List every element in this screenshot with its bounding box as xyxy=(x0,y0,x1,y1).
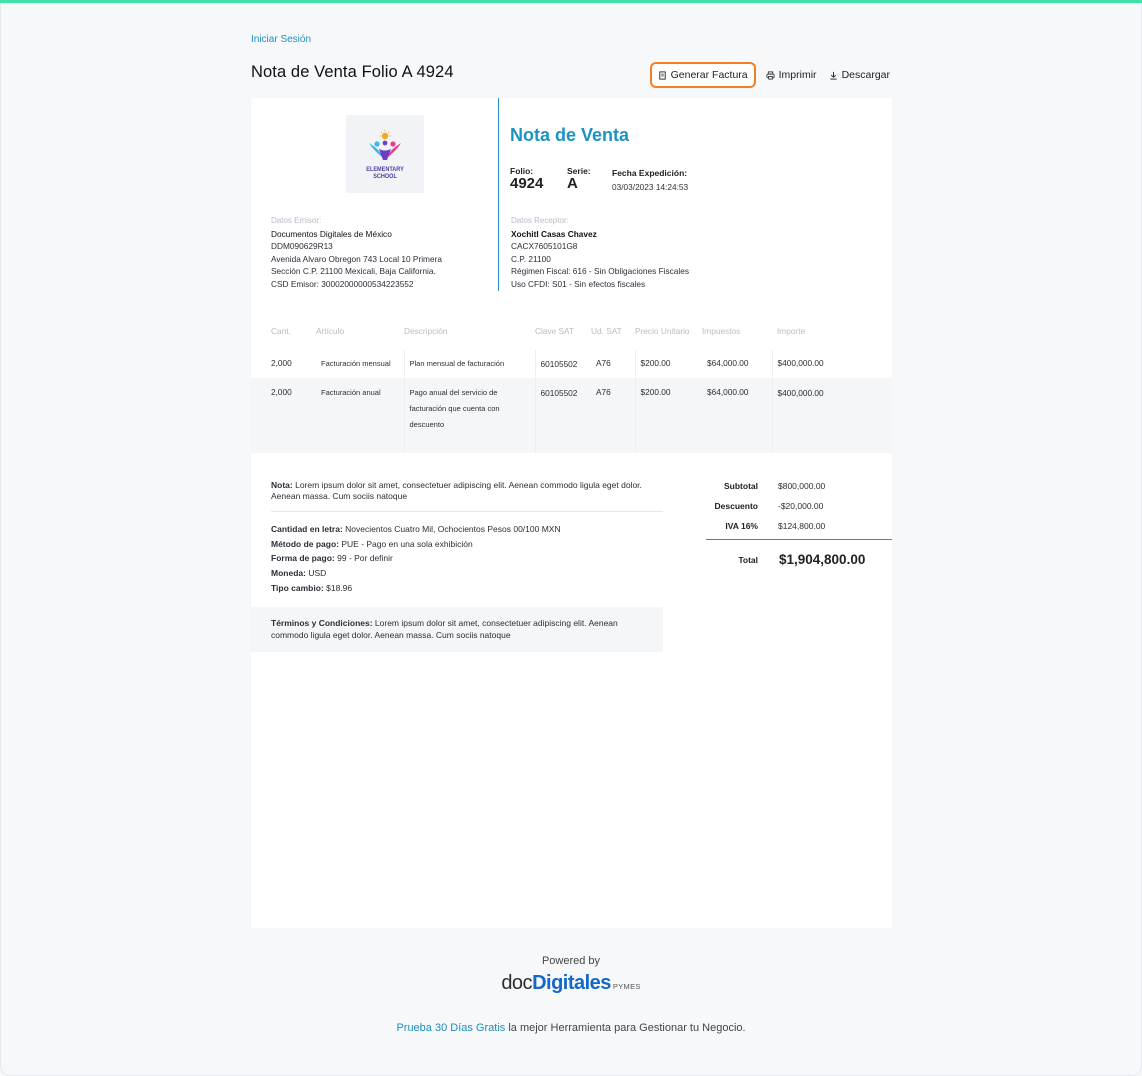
serie-block: Serie: A xyxy=(567,166,591,191)
terms-and-conditions: Términos y Condiciones: Lorem ipsum dolo… xyxy=(251,607,663,652)
exchange-rate: Tipo cambio: $18.96 xyxy=(271,582,353,593)
date-value: 03/03/2023 14:24:53 xyxy=(612,182,689,192)
cell-cant: 2,000 xyxy=(271,358,292,368)
serie-value: A xyxy=(567,175,578,192)
col-header-clave-sat: Clave SAT xyxy=(535,326,575,336)
amount-in-words: Cantidad en letra: Novecientos Cuatro Mi… xyxy=(271,524,561,534)
col-header-ud-sat: Ud. SAT xyxy=(591,326,622,336)
cell-ud-sat: A76 xyxy=(596,358,611,368)
total-row: Total $1,904,800.00 xyxy=(738,552,866,567)
items-table: Cant. Artículo Descripción Clave SAT Ud.… xyxy=(251,326,892,453)
payment-form: Forma de pago: 99 - Por definir xyxy=(271,553,393,564)
cell-impuestos: $64,000.00 xyxy=(707,358,749,368)
notes-section: Nota: Lorem ipsum dolor sit amet, consec… xyxy=(271,480,663,596)
cell-precio: $200.00 xyxy=(634,350,702,378)
items-table-wrapper: Cant. Artículo Descripción Clave SAT Ud.… xyxy=(251,326,892,453)
promo-text: la mejor Herramienta para Gestionar tu N… xyxy=(505,1022,746,1034)
printer-icon xyxy=(766,70,775,80)
payment-method: Método de pago: PUE - Pago en una sola e… xyxy=(271,538,473,549)
download-label: Descargar xyxy=(841,69,890,81)
top-accent-bar xyxy=(0,0,1142,3)
receiver-regimen: Régimen Fiscal: 616 - Sin Obligaciones F… xyxy=(511,266,689,276)
receiver-details: Datos Receptor: Xochitl Casas Chavez CAC… xyxy=(511,215,761,290)
table-header-row: Cant. Artículo Descripción Clave SAT Ud.… xyxy=(251,326,892,350)
iva-row: IVA 16% $124,800.00 xyxy=(725,521,826,531)
currency: Moneda: USD xyxy=(271,568,327,579)
generate-invoice-label: Generar Factura xyxy=(670,69,748,81)
issuer-address-1: Avenida Alvaro Obregon 743 Local 10 Prim… xyxy=(271,253,442,264)
date-label: Fecha Expedición: xyxy=(612,168,688,178)
document-icon xyxy=(658,70,666,80)
col-header-impuestos: Impuestos xyxy=(702,326,741,336)
notes-divider xyxy=(271,511,663,512)
folio-value: 4924 xyxy=(510,175,544,192)
docdigitales-logo[interactable]: docDigitales PYMES xyxy=(0,972,1142,995)
cell-clave-sat: 60105502 xyxy=(534,378,591,453)
print-button[interactable]: Imprimir xyxy=(760,62,819,88)
cell-importe: $400,000.00 xyxy=(771,350,892,378)
company-logo: ELEMENTARY SCHOOL xyxy=(346,115,424,193)
cell-cant: 2,000 xyxy=(251,378,316,453)
cell-impuestos: $64,000.00 xyxy=(702,378,772,453)
cell-ud-sat: A76 xyxy=(591,378,635,453)
receiver-uso-cfdi: Uso CFDI: S01 - Sin efectos fiscales xyxy=(511,278,646,289)
issuer-rfc: DDM090629R13 xyxy=(271,241,333,251)
subtotal-row: Subtotal $800,000.00 xyxy=(724,481,826,491)
col-header-precio: Precio Unitario xyxy=(635,326,690,336)
issuer-name: Documentos Digitales de México xyxy=(271,228,392,239)
download-button[interactable]: Descargar xyxy=(823,62,892,88)
receiver-cp: C.P. 21100 xyxy=(511,253,551,264)
logo-text: ELEMENTARY SCHOOL xyxy=(366,165,404,180)
login-link[interactable]: Iniciar Sesión xyxy=(251,34,311,45)
cell-clave-sat: 60105502 xyxy=(534,350,591,378)
cell-descripcion: Plan mensual de facturación xyxy=(403,350,535,378)
sales-note-document: ELEMENTARY SCHOOL Nota de Venta Folio: 4… xyxy=(251,98,892,928)
cell-articulo: Facturación anual xyxy=(316,378,404,453)
col-header-descripcion: Descripción xyxy=(404,326,448,336)
col-header-articulo: Artículo xyxy=(316,326,345,336)
receiver-name: Xochitl Casas Chavez xyxy=(511,228,597,239)
col-header-importe: Importe xyxy=(777,326,806,336)
issuer-label: Datos Emisor: xyxy=(271,216,322,225)
issuer-details: Datos Emisor: Documentos Digitales de Mé… xyxy=(271,215,481,290)
col-header-cant: Cant. xyxy=(271,326,291,336)
discount-row: Descuento -$20,000.00 xyxy=(714,501,824,511)
page-title: Nota de Venta Folio A 4924 xyxy=(251,63,454,81)
issuer-csd: CSD Emisor: 30002000000534223552 xyxy=(271,278,414,289)
date-block: Fecha Expedición: 03/03/2023 14:24:53 xyxy=(612,168,688,192)
table-row: 2,000 Facturación mensual Plan mensual d… xyxy=(251,350,892,378)
free-trial-link[interactable]: Prueba 30 Días Gratis xyxy=(396,1022,505,1034)
receiver-rfc: CACX7605101G8 xyxy=(511,241,578,251)
receiver-label: Datos Receptor: xyxy=(511,216,569,225)
cell-importe: $400,000.00 xyxy=(771,378,892,453)
cell-descripcion: Pago anual del servicio de facturación q… xyxy=(403,378,535,453)
download-icon xyxy=(829,71,837,80)
action-toolbar: Generar Factura Imprimir Descargar xyxy=(649,62,892,88)
cell-articulo: Facturación mensual xyxy=(321,359,391,368)
cell-precio: $200.00 xyxy=(634,378,702,453)
promo-line: Prueba 30 Días Gratis la mejor Herramien… xyxy=(0,1022,1142,1034)
header-divider xyxy=(498,98,499,291)
totals-divider xyxy=(706,539,892,540)
payment-info: Cantidad en letra: Novecientos Cuatro Mi… xyxy=(271,522,663,596)
school-logo-icon xyxy=(369,129,401,160)
generate-invoice-button[interactable]: Generar Factura xyxy=(649,62,756,88)
table-row: 2,000 Facturación anual Pago anual del s… xyxy=(251,378,892,453)
print-label: Imprimir xyxy=(778,69,817,81)
document-heading: Nota de Venta xyxy=(510,125,630,145)
powered-by-text: Powered by xyxy=(541,955,601,967)
issuer-address-2: Sección C.P. 21100 Mexicali, Baja Califo… xyxy=(271,266,436,276)
totals-section: Subtotal $800,000.00 Descuento -$20,000.… xyxy=(706,481,892,567)
note-paragraph: Nota: Lorem ipsum dolor sit amet, consec… xyxy=(271,480,642,501)
folio-block: Folio: 4924 xyxy=(510,166,543,191)
